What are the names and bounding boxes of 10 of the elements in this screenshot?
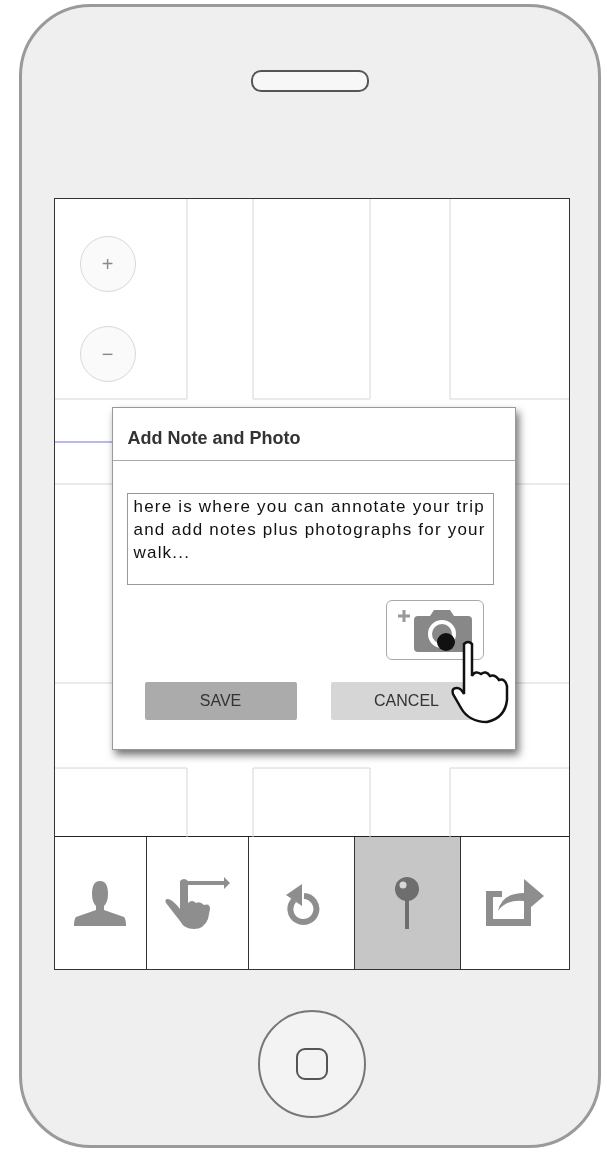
person-icon bbox=[74, 880, 126, 927]
share-icon bbox=[485, 879, 544, 928]
zoom-out-button[interactable]: − bbox=[79, 326, 136, 382]
pin-icon bbox=[393, 877, 421, 930]
note-input-field[interactable]: here is where you can annotate your trip and add notes plus photographs for your walk... bbox=[126, 493, 494, 585]
dialog-title: Add Note and Photo bbox=[112, 408, 515, 461]
add-photo-button[interactable] bbox=[385, 600, 484, 660]
zoom-in-button[interactable]: + bbox=[79, 236, 136, 292]
save-button[interactable]: SAVE bbox=[144, 682, 297, 720]
hand-swipe-icon bbox=[164, 877, 230, 930]
